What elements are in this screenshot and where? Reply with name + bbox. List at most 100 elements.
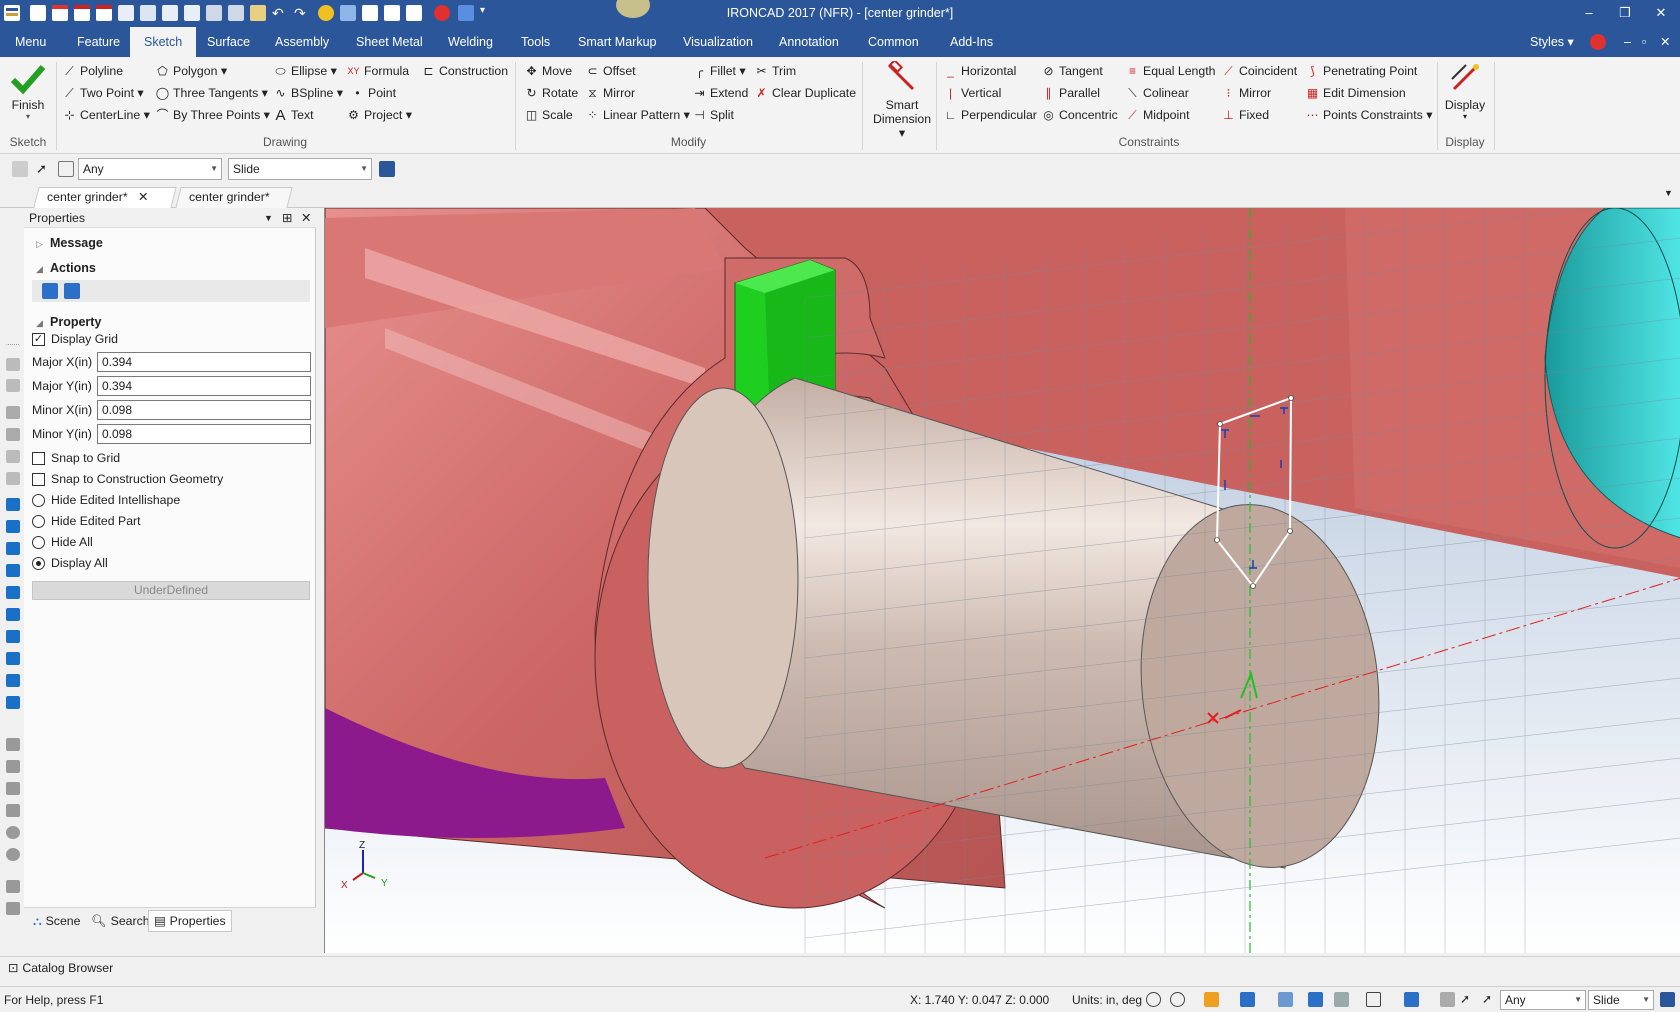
properties-tab[interactable]: ▤ Properties [148, 910, 232, 932]
select-mode-icon[interactable] [58, 161, 74, 177]
menu-add-ins[interactable]: Add-Ins [936, 27, 1007, 57]
tool-icon[interactable] [6, 472, 20, 485]
render-mode-icon[interactable] [1278, 992, 1293, 1007]
tool-icon[interactable] [6, 630, 20, 643]
construction-button[interactable]: ⊏ Construction [421, 61, 508, 81]
tool-icon[interactable] [6, 902, 20, 915]
midpoint-button[interactable]: ⟋ Midpoint [1125, 105, 1189, 125]
tool-icon[interactable] [6, 674, 20, 687]
tool-icon[interactable] [6, 880, 20, 893]
display-all-radio[interactable]: Display All [32, 556, 108, 570]
point-button[interactable]: • Point [350, 83, 396, 103]
menu-menu[interactable]: Menu [1, 27, 60, 57]
smart-dimension-button[interactable]: Smart Dimension ▾ [872, 58, 932, 140]
text-button[interactable]: A Text [273, 105, 313, 125]
rotate-button[interactable]: ↻ Rotate [524, 83, 578, 103]
scene-settings-icon[interactable] [1440, 992, 1455, 1007]
3d-viewport[interactable]: Z X Y [324, 208, 1680, 953]
tool-icon[interactable] [6, 826, 20, 839]
hide-all-radio[interactable]: Hide All [32, 535, 93, 549]
perpendicular-button[interactable]: ∟ Perpendicular [943, 105, 1037, 125]
message-section[interactable]: ▷ Message [36, 236, 103, 250]
mirror-button[interactable]: ⧖ Mirror [585, 83, 635, 103]
minor-y-field[interactable]: 0.098 [97, 424, 311, 444]
menu-sheet-metal[interactable]: Sheet Metal [342, 27, 437, 57]
menu-common[interactable]: Common [854, 27, 933, 57]
panel-menu-icon[interactable]: ▼ [264, 208, 273, 228]
hide-edited-part-radio[interactable]: Hide Edited Part [32, 514, 141, 528]
concentric-button[interactable]: ◎ Concentric [1041, 105, 1118, 125]
snap-to-grid-checkbox[interactable]: Snap to Grid [32, 451, 120, 465]
linear-pattern-button[interactable]: ⁘ Linear Pattern ▾ [585, 105, 689, 125]
tool-icon[interactable] [6, 406, 20, 419]
ellipse-button[interactable]: ⬭ Ellipse ▾ [273, 61, 336, 81]
property-section[interactable]: ◢ Property [36, 315, 101, 329]
vertical-button[interactable]: | Vertical [943, 83, 1001, 103]
search-tab[interactable]: 🔍︎ Search [86, 910, 155, 932]
major-x-field[interactable]: 0.394 [97, 352, 311, 372]
lighting-icon[interactable] [1334, 992, 1349, 1007]
ribbon-close-button[interactable]: ✕ [1656, 27, 1674, 57]
tabs-overflow-icon[interactable]: ▼ [1664, 188, 1673, 198]
extend-button[interactable]: ⇥ Extend [692, 83, 748, 103]
select-icon[interactable]: ➚ [1460, 992, 1475, 1007]
menu-tools[interactable]: Tools [507, 27, 564, 57]
tool-icon[interactable] [6, 696, 20, 709]
shading-icon[interactable] [1404, 992, 1419, 1007]
select-icon[interactable]: ➚ [36, 161, 52, 177]
project-button[interactable]: ⚙ Project ▾ [346, 105, 412, 125]
tool-icon[interactable] [6, 608, 20, 621]
section-icon[interactable] [1308, 992, 1323, 1007]
zoom-icon[interactable] [1146, 992, 1161, 1007]
colinear-button[interactable]: ⟍ Colinear [1125, 83, 1189, 103]
close-tab-icon[interactable]: ✕ [138, 188, 148, 207]
menu-smart-markup[interactable]: Smart Markup [564, 27, 671, 57]
hide-edited-intellishape-radio[interactable]: Hide Edited Intellishape [32, 493, 180, 507]
trim-button[interactable]: ✂ Trim [754, 61, 796, 81]
tool-icon[interactable] [6, 848, 20, 861]
fixed-button[interactable]: ⊥ Fixed [1221, 105, 1269, 125]
edit-action-icon[interactable] [42, 283, 58, 299]
tool-icon[interactable] [6, 498, 20, 511]
ribbon-restore-button[interactable]: ▫ [1638, 27, 1650, 57]
split-button[interactable]: ⊣ Split [692, 105, 734, 125]
minimize-button[interactable]: – [1574, 3, 1604, 23]
fillet-button[interactable]: ╭ Fillet ▾ [692, 61, 746, 81]
menu-assembly[interactable]: Assembly [261, 27, 343, 57]
tool-icon[interactable] [6, 782, 20, 795]
tool-icon[interactable] [6, 542, 20, 555]
tool-icon[interactable] [6, 738, 20, 751]
finish-button[interactable]: Finish ▾ [8, 63, 48, 127]
display-button[interactable]: Display ▾ [1442, 61, 1488, 131]
mode-combo[interactable]: Slide ▼ [228, 158, 372, 180]
tool-icon[interactable] [6, 564, 20, 577]
doc-tab[interactable]: center grinder* [175, 187, 293, 208]
tool-icon[interactable] [6, 804, 20, 817]
menu-annotation[interactable]: Annotation [765, 27, 853, 57]
equal-length-button[interactable]: ≡ Equal Length [1125, 61, 1216, 81]
tool-icon[interactable] [6, 760, 20, 773]
actions-section[interactable]: ◢ Actions [36, 261, 96, 275]
tool-icon[interactable] [6, 450, 20, 463]
move-button[interactable]: ✥ Move [524, 61, 572, 81]
menu-sketch[interactable]: Sketch [130, 27, 197, 57]
edit-dimension-button[interactable]: ▦ Edit Dimension [1305, 83, 1406, 103]
styles-menu[interactable]: Styles ▾ [1526, 27, 1578, 57]
scene-tab[interactable]: ⛬ Scene [28, 910, 85, 932]
polygon-button[interactable]: ⬠ Polygon ▾ [155, 61, 227, 81]
new-action-icon[interactable] [64, 283, 80, 299]
tool-icon[interactable] [6, 652, 20, 665]
mirror-constraint-button[interactable]: ⁝ Mirror [1221, 83, 1272, 103]
tool-icon[interactable] [6, 586, 20, 599]
view-icon[interactable] [1204, 992, 1219, 1007]
help-circle-icon[interactable] [1590, 34, 1606, 50]
formula-button[interactable]: XY Formula [346, 61, 409, 81]
major-y-field[interactable]: 0.394 [97, 376, 311, 396]
status-filter-combo[interactable]: Any ▼ [1500, 990, 1586, 1010]
hierarchy-icon[interactable] [379, 161, 395, 177]
parallel-button[interactable]: ∥ Parallel [1041, 83, 1101, 103]
minor-x-field[interactable]: 0.098 [97, 400, 311, 420]
panel-close-icon[interactable]: ✕ [301, 208, 311, 228]
snap-to-construction-checkbox[interactable]: Snap to Construction Geometry [32, 472, 223, 486]
zoom-dropdown-icon[interactable] [1170, 992, 1185, 1007]
